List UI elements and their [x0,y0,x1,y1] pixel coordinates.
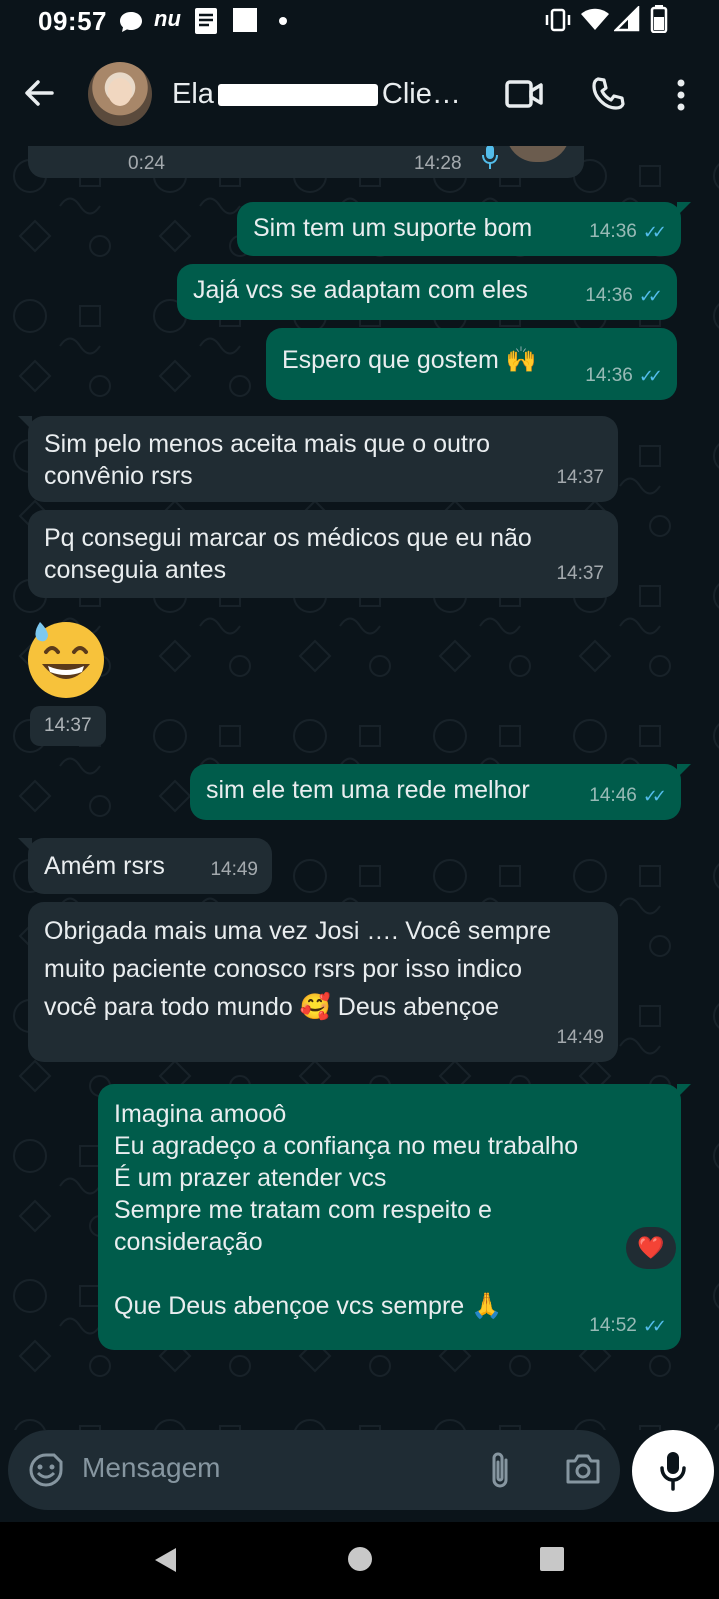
chat-header: Ela Clie… [0,42,719,146]
message-time: 14:28 [414,153,462,174]
message-input-bar: Mensagem [0,1430,719,1522]
message-time: 14:36 [585,365,633,386]
battery-icon [650,5,668,33]
voice-duration: 0:24 [128,153,165,174]
message-time: 14:37 [30,706,106,746]
message-text: Sim pelo menos aceita mais que o outro c… [44,430,491,490]
message-time: 14:49 [210,859,258,880]
wifi-icon [581,8,609,30]
document-icon [195,8,217,34]
message-bubble-incoming[interactable]: Pq consegui marcar os médicos que eu não… [28,510,618,598]
message-placeholder: Mensagem [82,1452,221,1483]
voice-message-bubble[interactable]: 0:24 14:28 [28,146,584,178]
message-time: 14:36 [585,285,633,306]
read-ticks-icon: ✓✓ [638,286,663,306]
read-ticks-icon: ✓✓ [642,786,667,806]
contact-name-end: Clie… [381,78,461,110]
message-time: 14:37 [556,467,604,488]
video-call-icon[interactable] [505,78,545,110]
message-time: 14:37 [556,563,604,584]
message-text: Imagina amooô Eu agradeço a confiança no… [114,1100,579,1320]
sweat-smile-emoji[interactable] [24,616,108,700]
camera-icon[interactable] [564,1452,602,1486]
message-time: 14:49 [556,1027,604,1048]
read-ticks-icon: ✓✓ [642,1316,667,1336]
message-input[interactable]: Mensagem [8,1430,620,1510]
heart-reaction-icon: ❤️ [637,1235,665,1260]
sweat-smile-icon [28,622,104,698]
nav-recents-icon[interactable] [539,1546,565,1572]
reaction-badge[interactable]: ❤️ [626,1227,676,1269]
navigation-bar [0,1522,719,1599]
message-time: 14:52 [589,1315,637,1336]
redaction-mark [217,84,378,107]
dot-icon [279,17,287,25]
contact-name[interactable]: Ela Clie… [172,78,472,111]
message-text: Obrigada mais uma vez Josi …. Você sempr… [44,917,552,1021]
back-arrow-icon[interactable] [22,76,56,110]
message-text: Pq consegui marcar os médicos que eu não… [44,524,532,584]
message-bubble-incoming[interactable]: Sim pelo menos aceita mais que o outro c… [18,416,618,502]
phone-icon[interactable] [590,76,626,112]
read-ticks-icon: ✓✓ [642,222,667,242]
emoji-icon[interactable] [28,1452,64,1488]
message-time: 14:46 [589,785,637,806]
chat-area[interactable]: 0:24 14:28 Sim tem um suporte bom 14:36 ✓… [0,146,719,1430]
message-bubble-outgoing[interactable]: sim ele tem uma rede melhor 14:46 ✓✓ [190,764,691,820]
sender-avatar-small [506,146,570,162]
more-vert-icon[interactable] [675,78,687,112]
mic-button[interactable] [632,1430,714,1512]
message-bubble-outgoing[interactable]: Imagina amooô Eu agradeço a confiança no… [98,1084,691,1350]
status-bar: 09:57 nu [0,0,719,42]
status-time: 09:57 [38,6,107,36]
chat-bubble-icon [120,12,142,32]
vibrate-icon [545,8,571,32]
message-bubble-outgoing[interactable]: Sim tem um suporte bom 14:36 ✓✓ [237,202,691,256]
contact-name-start: Ela [172,78,214,110]
mic-icon [660,1452,686,1491]
nu-icon: nu [154,6,181,31]
mic-small-icon [482,146,498,169]
attach-icon[interactable] [488,1450,514,1490]
contact-avatar[interactable] [88,62,152,126]
message-time: 14:36 [589,221,637,242]
read-ticks-icon: ✓✓ [638,366,663,386]
message-bubble-incoming[interactable]: Obrigada mais uma vez Josi …. Você sempr… [28,902,618,1062]
signal-icon [614,6,640,32]
nav-home-icon[interactable] [347,1546,373,1572]
message-bubble-outgoing[interactable]: Espero que gostem 🙌 14:36 ✓✓ [266,328,677,400]
square-icon [233,8,257,32]
nav-back-icon[interactable] [152,1546,178,1574]
message-bubble-incoming[interactable]: Amém rsrs 14:49 [18,838,272,894]
message-bubble-outgoing[interactable]: Jajá vcs se adaptam com eles 14:36 ✓✓ [177,264,677,320]
